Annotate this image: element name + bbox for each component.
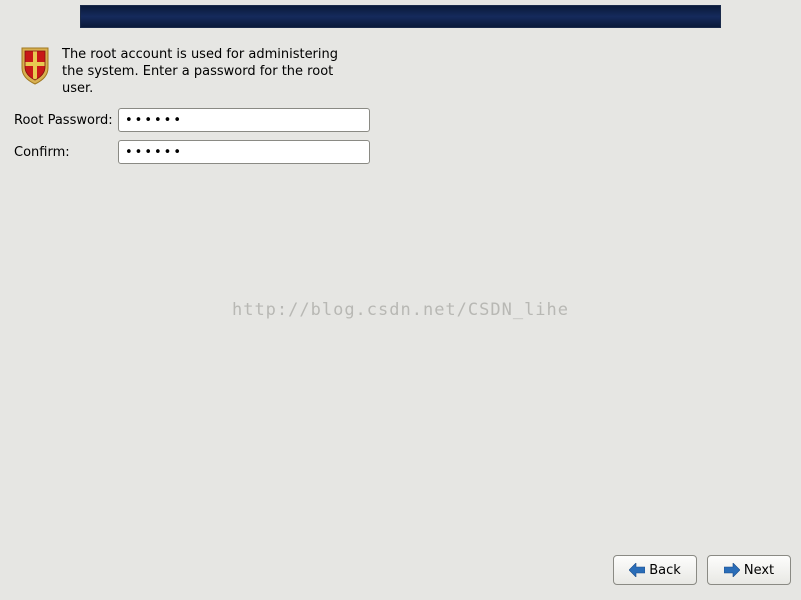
arrow-right-icon xyxy=(724,563,740,577)
header-banner xyxy=(80,5,721,28)
watermark-text: http://blog.csdn.net/CSDN_lihe xyxy=(0,300,801,320)
intro-text: The root account is used for administeri… xyxy=(62,44,347,97)
shield-icon xyxy=(18,44,52,86)
root-password-row: Root Password: xyxy=(14,108,370,132)
root-password-input[interactable] xyxy=(118,108,370,132)
next-button-label: Next xyxy=(744,563,774,578)
back-button-label: Back xyxy=(649,563,681,578)
intro-row: The root account is used for administeri… xyxy=(18,44,378,97)
root-password-label: Root Password: xyxy=(14,113,118,128)
confirm-password-label: Confirm: xyxy=(14,145,118,160)
confirm-password-row: Confirm: xyxy=(14,140,370,164)
confirm-password-input[interactable] xyxy=(118,140,370,164)
button-bar: Back Next xyxy=(613,555,791,585)
back-button[interactable]: Back xyxy=(613,555,697,585)
next-button[interactable]: Next xyxy=(707,555,791,585)
arrow-left-icon xyxy=(629,563,645,577)
password-form: Root Password: Confirm: xyxy=(14,108,370,172)
